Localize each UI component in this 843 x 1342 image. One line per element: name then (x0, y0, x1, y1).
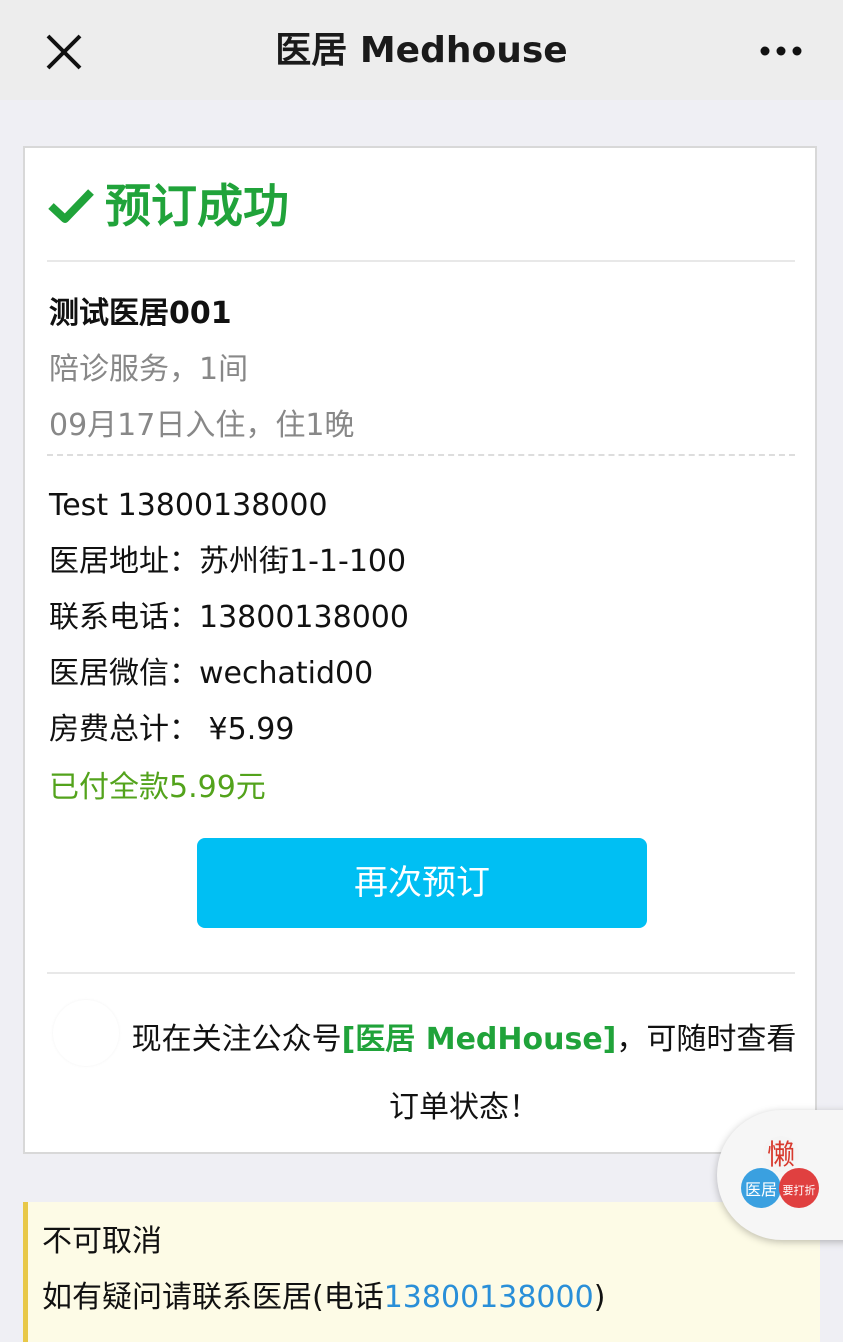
stay-info: 09月17日入住，住1晚 (49, 408, 355, 443)
contact-prefix: 如有疑问请联系医居(电话 (42, 1280, 384, 1315)
badge-left-label: 医居 (745, 1180, 777, 1199)
divider (47, 972, 795, 974)
follow-prompt: 现在关注公众号[医居 MedHouse]，可随时查看订单状态！ (129, 1006, 799, 1142)
wechat-info: 医居微信：wechatid00 (49, 656, 374, 691)
service-info: 陪诊服务，1间 (49, 352, 249, 387)
more-dots-icon[interactable] (757, 36, 805, 66)
booking-card: 预订成功 测试医居001 陪诊服务，1间 09月17日入住，住1晚 Test 1… (23, 146, 817, 1154)
floating-discount-badge[interactable]: 懒 医居 要打折 (717, 1110, 843, 1240)
phone-info: 联系电话：13800138000 (49, 600, 409, 635)
address-info: 医居地址：苏州街1-1-100 (49, 544, 407, 579)
official-account-name[interactable]: [医居 MedHouse] (342, 1022, 617, 1057)
contact-suffix: ) (593, 1280, 606, 1315)
paid-status: 已付全款5.99元 (49, 770, 266, 805)
check-icon (48, 189, 94, 223)
divider (47, 260, 795, 262)
follow-prefix: 现在关注公众号 (131, 1022, 342, 1057)
hotel-name: 测试医居001 (49, 296, 232, 331)
total-price: 房费总计： ¥5.99 (49, 712, 295, 747)
badge-right-label: 要打折 (783, 1183, 816, 1197)
notice-box: 不可取消 如有疑问请联系医居(电话13800138000) (23, 1202, 820, 1342)
guest-info: Test 13800138000 (49, 488, 328, 523)
dashed-divider (47, 454, 795, 456)
cancel-policy: 不可取消 (42, 1224, 162, 1259)
contact-phone-link[interactable]: 13800138000 (384, 1280, 594, 1315)
discount-logo-icon: 懒 医居 要打折 (741, 1136, 819, 1208)
top-bar: 医居 Medhouse (0, 0, 843, 100)
rebook-button[interactable]: 再次预订 (197, 838, 647, 928)
success-text: 预订成功 (105, 179, 289, 233)
page-title: 医居 Medhouse (275, 30, 568, 71)
contact-line: 如有疑问请联系医居(电话13800138000) (42, 1278, 605, 1318)
qrcode-icon (53, 1000, 119, 1066)
badge-top-char: 懒 (767, 1138, 795, 1171)
